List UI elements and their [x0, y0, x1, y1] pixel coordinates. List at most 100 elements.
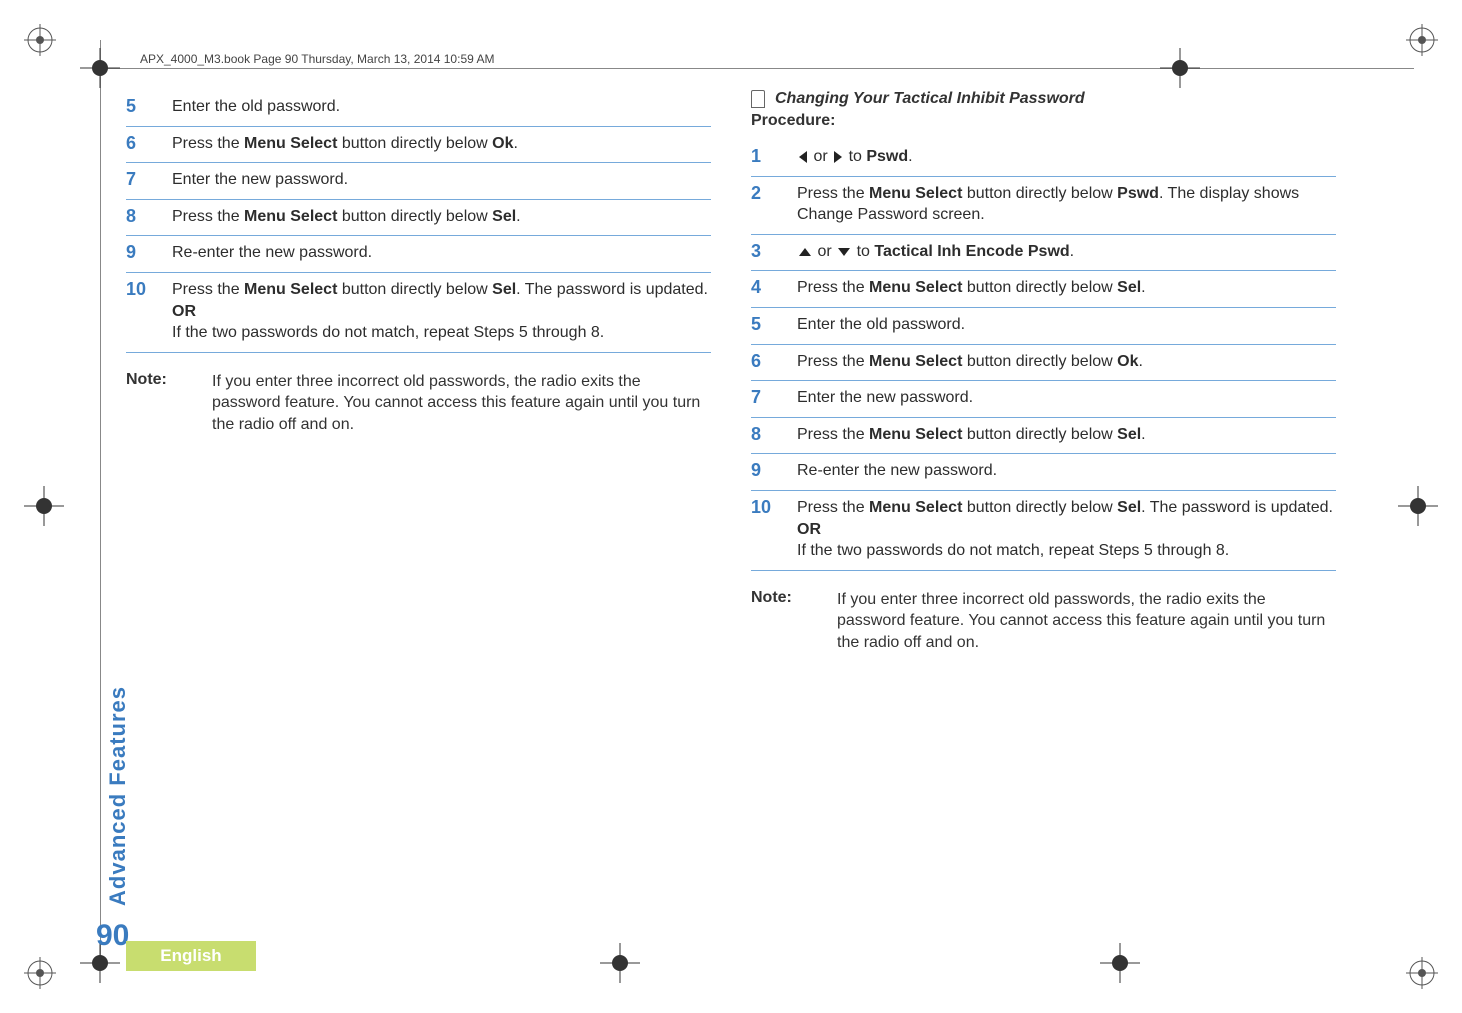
- step-number: 6: [126, 133, 172, 154]
- step-item: 5 Enter the old password.: [126, 90, 711, 127]
- t: Press the: [797, 353, 869, 370]
- t: to: [852, 243, 874, 260]
- nav-down-icon: [838, 248, 850, 256]
- t: Press the: [797, 279, 869, 296]
- t: Press the: [172, 281, 244, 298]
- ui-label: Sel: [492, 281, 516, 298]
- t: Menu Select: [869, 279, 962, 296]
- or-label: OR: [172, 303, 196, 320]
- ui-label: Sel: [1117, 499, 1141, 516]
- step-text: Press the Menu Select button directly be…: [172, 279, 711, 344]
- step-text: Enter the new password.: [172, 169, 711, 191]
- t: .: [1070, 243, 1074, 260]
- step-item: 9 Re-enter the new password.: [126, 236, 711, 273]
- section-side-label: Advanced Features: [105, 686, 131, 906]
- t: button directly below: [962, 185, 1117, 202]
- crosshair-icon: [1100, 943, 1140, 983]
- left-step-list: 5 Enter the old password. 6 Press the Me…: [126, 90, 711, 353]
- t: If the two passwords do not match, repea…: [797, 542, 1229, 559]
- step-number: 6: [751, 351, 797, 372]
- t: button directly below: [962, 353, 1117, 370]
- note-block: Note: If you enter three incorrect old p…: [126, 371, 711, 436]
- step-item: 1 or to Pswd.: [751, 140, 1336, 177]
- t: Menu Select: [869, 353, 962, 370]
- t: or: [813, 243, 836, 260]
- procedure-label: Procedure:: [751, 112, 1336, 130]
- step-number: 7: [751, 387, 797, 408]
- t: .: [1138, 353, 1142, 370]
- running-header: APX_4000_M3.book Page 90 Thursday, March…: [140, 52, 494, 66]
- step-item: 10 Press the Menu Select button directly…: [126, 273, 711, 353]
- registration-mark-bl: [24, 957, 56, 989]
- step-item: 2 Press the Menu Select button directly …: [751, 177, 1336, 235]
- t: button directly below: [337, 135, 492, 152]
- nav-up-icon: [799, 248, 811, 256]
- step-text: Press the Menu Select button directly be…: [797, 277, 1336, 299]
- t: Menu Select: [869, 499, 962, 516]
- left-column: 5 Enter the old password. 6 Press the Me…: [126, 90, 711, 910]
- t: or: [809, 148, 832, 165]
- crop-line: [100, 68, 1414, 69]
- step-number: 10: [751, 497, 797, 518]
- step-number: 8: [751, 424, 797, 445]
- t: button directly below: [337, 208, 492, 225]
- step-item: 6 Press the Menu Select button directly …: [751, 345, 1336, 382]
- crosshair-icon: [24, 486, 64, 526]
- step-item: 7 Enter the new password.: [751, 381, 1336, 418]
- step-item: 10 Press the Menu Select button directly…: [751, 491, 1336, 571]
- language-tab: English: [126, 941, 256, 971]
- step-number: 4: [751, 277, 797, 298]
- registration-mark-tl: [24, 24, 56, 56]
- step-number: 2: [751, 183, 797, 204]
- step-text: Enter the old password.: [797, 314, 1336, 336]
- step-text: Press the Menu Select button directly be…: [797, 424, 1336, 446]
- language-label: English: [160, 946, 221, 966]
- t: Press the: [172, 208, 244, 225]
- nav-left-icon: [799, 151, 807, 163]
- step-item: 8 Press the Menu Select button directly …: [751, 418, 1336, 455]
- crosshair-icon: [80, 48, 120, 88]
- step-number: 5: [126, 96, 172, 117]
- step-text: Enter the new password.: [797, 387, 1336, 409]
- section-title: Changing Your Tactical Inhibit Password: [775, 90, 1085, 108]
- ui-label: Sel: [1117, 426, 1141, 443]
- note-block: Note: If you enter three incorrect old p…: [751, 589, 1336, 654]
- ui-label: Sel: [1117, 279, 1141, 296]
- note-label: Note:: [126, 371, 212, 436]
- note-body: If you enter three incorrect old passwor…: [837, 589, 1336, 654]
- side-block: Advanced Features 90: [98, 686, 138, 953]
- step-item: 4 Press the Menu Select button directly …: [751, 271, 1336, 308]
- step-number: 9: [751, 460, 797, 481]
- section-heading: Changing Your Tactical Inhibit Password: [751, 90, 1336, 108]
- t: button directly below: [337, 281, 492, 298]
- step-text: or to Tactical Inh Encode Pswd.: [797, 241, 1336, 263]
- t: . The password is updated.: [1141, 499, 1333, 516]
- step-number: 9: [126, 242, 172, 263]
- step-number: 8: [126, 206, 172, 227]
- t: button directly below: [962, 499, 1117, 516]
- step-text: Enter the old password.: [172, 96, 711, 118]
- t: If the two passwords do not match, repea…: [172, 324, 604, 341]
- step-item: 3 or to Tactical Inh Encode Pswd.: [751, 235, 1336, 272]
- step-item: 7 Enter the new password.: [126, 163, 711, 200]
- t: .: [908, 148, 912, 165]
- t: button directly below: [962, 279, 1117, 296]
- t: to: [844, 148, 866, 165]
- right-step-list: 1 or to Pswd. 2 Press the Menu Select bu…: [751, 140, 1336, 571]
- step-text: Press the Menu Select button directly be…: [172, 133, 711, 155]
- t: Menu Select: [244, 208, 337, 225]
- document-icon: [751, 90, 765, 108]
- ui-label: Tactical Inh Encode Pswd: [874, 243, 1069, 260]
- nav-right-icon: [834, 151, 842, 163]
- ui-label: Ok: [492, 135, 513, 152]
- ui-label: Pswd: [866, 148, 908, 165]
- step-item: 5 Enter the old password.: [751, 308, 1336, 345]
- step-number: 1: [751, 146, 797, 167]
- registration-mark-tr: [1406, 24, 1438, 56]
- ui-label: Sel: [492, 208, 516, 225]
- t: .: [1141, 426, 1145, 443]
- page-content: 5 Enter the old password. 6 Press the Me…: [126, 90, 1336, 910]
- step-text: Press the Menu Select button directly be…: [797, 497, 1336, 562]
- step-text: Press the Menu Select button directly be…: [172, 206, 711, 228]
- t: Press the: [797, 499, 869, 516]
